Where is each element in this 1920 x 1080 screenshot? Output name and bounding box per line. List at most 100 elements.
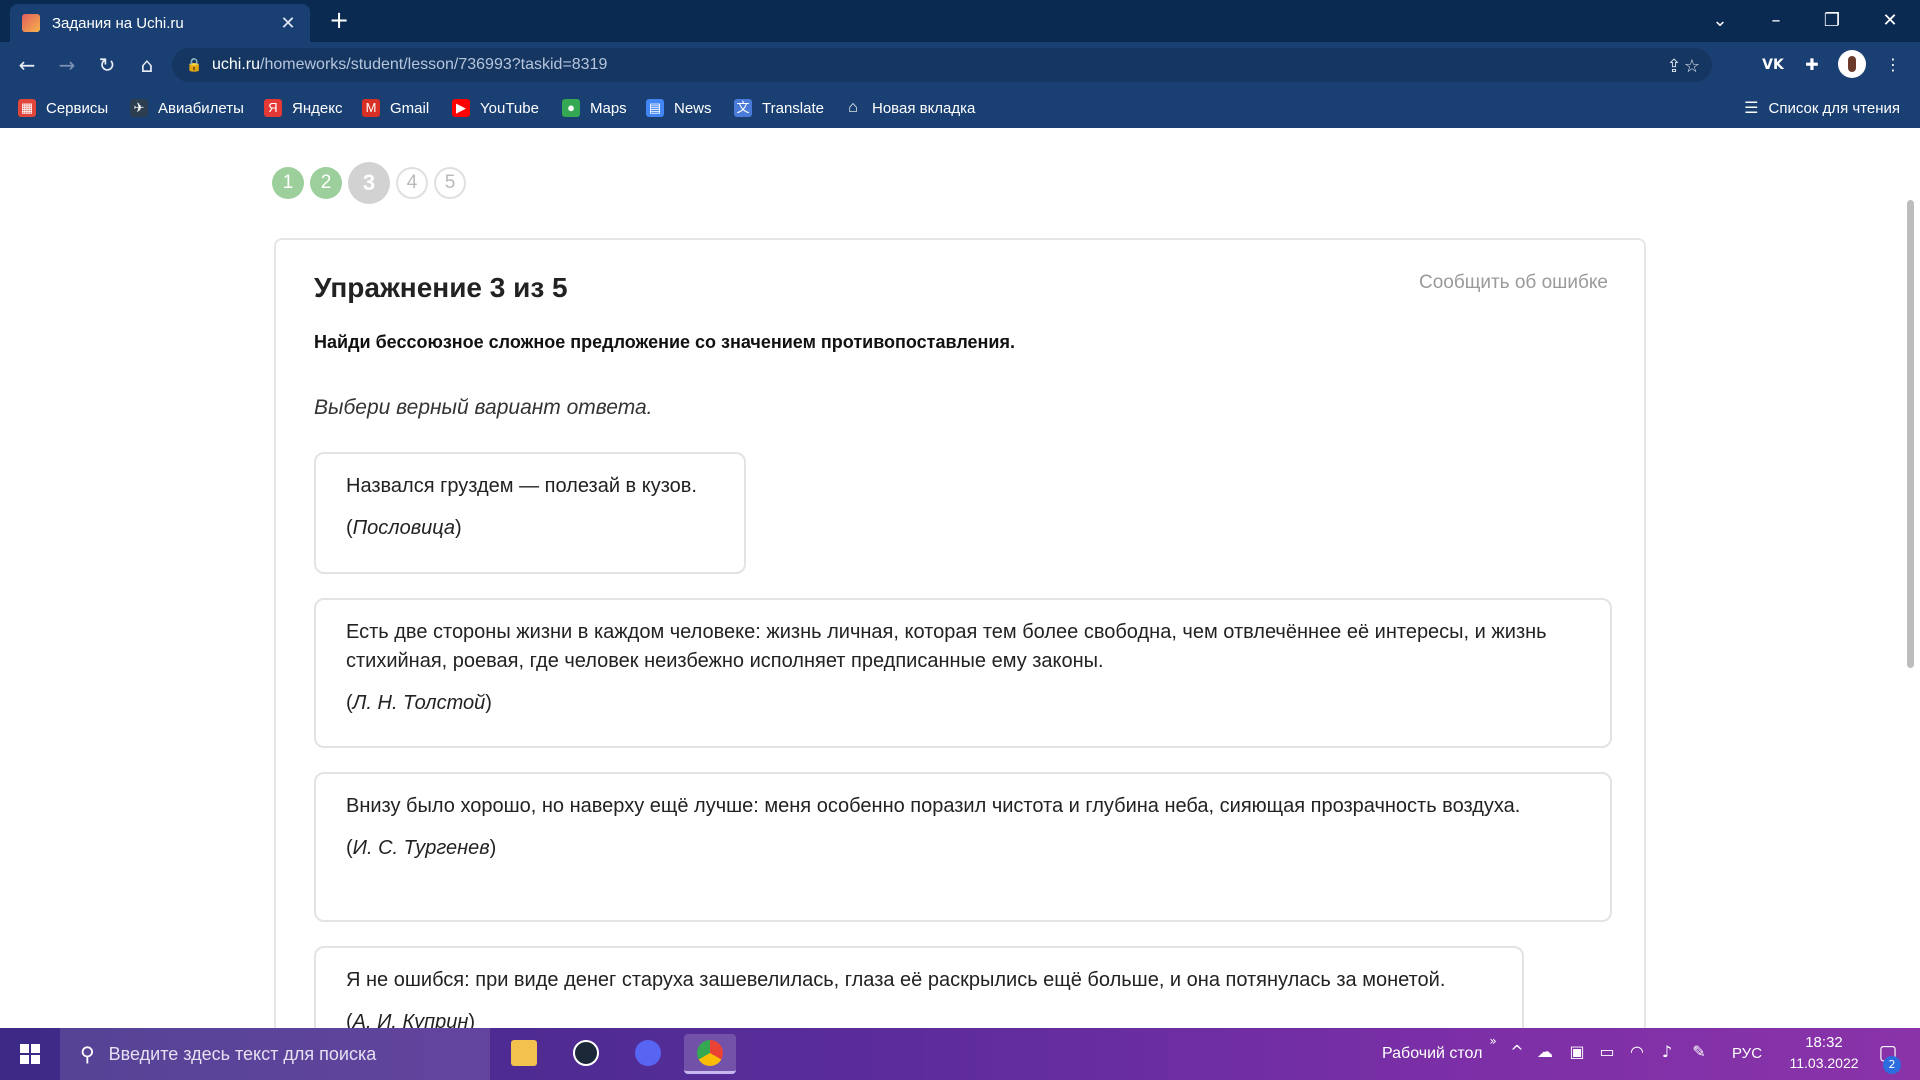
bookmark-label: News — [674, 99, 712, 117]
reading-list-icon: ☰ — [1744, 100, 1759, 117]
tray-expand-icon[interactable]: ^ — [1506, 1042, 1528, 1061]
search-placeholder: Введите здесь текст для поиска — [108, 1043, 377, 1064]
plane-icon: ✈ — [130, 99, 148, 117]
option-author: (А. И. Куприн) — [346, 1011, 476, 1028]
browser-toolbar: ← → ↻ ⌂ 🔒 uchi.ru /homeworks/student/les… — [0, 42, 1920, 88]
tab-title: Задания на Uchi.ru — [52, 14, 184, 32]
reading-list-button[interactable]: ☰ Список для чтения — [1744, 88, 1900, 128]
exercise-steps: 1 2 3 4 5 — [272, 162, 472, 204]
chrome-icon — [697, 1040, 723, 1066]
answer-option-3[interactable]: Внизу было хорошо, но наверху ещё лучше:… — [314, 772, 1612, 922]
option-text: Есть две стороны жизни в каждом человеке… — [346, 621, 1547, 672]
bookmark-youtube[interactable]: ▶ YouTube — [452, 88, 539, 128]
profile-avatar[interactable] — [1838, 50, 1866, 78]
battery-icon[interactable]: ▭ — [1596, 1042, 1618, 1061]
bookmark-translate[interactable]: 文 Translate — [734, 88, 824, 128]
yandex-icon: Я — [264, 99, 282, 117]
option-text: Внизу было хорошо, но наверху ещё лучше:… — [346, 795, 1521, 817]
step-4: 4 — [396, 167, 428, 199]
uchi-favicon-icon — [22, 14, 40, 32]
desktop-toolbar-label[interactable]: Рабочий стол — [1382, 1028, 1482, 1080]
forward-arrow-icon[interactable]: → — [52, 50, 82, 80]
vk-extension-icon[interactable]: VK — [1758, 50, 1788, 80]
pen-icon[interactable]: ✎ — [1688, 1042, 1710, 1061]
folder-icon — [511, 1040, 537, 1066]
reload-icon[interactable]: ↻ — [92, 50, 122, 80]
bookmark-yandex[interactable]: Я Яндекс — [264, 88, 342, 128]
file-explorer-app[interactable] — [498, 1034, 550, 1074]
back-arrow-icon[interactable]: ← — [12, 50, 42, 80]
step-3[interactable]: 3 — [348, 162, 390, 204]
close-window-button[interactable]: ✕ — [1870, 6, 1910, 36]
restore-button[interactable]: ❐ — [1812, 6, 1852, 36]
option-author: (Пословица) — [346, 517, 462, 539]
bookmark-maps[interactable]: ● Maps — [562, 88, 627, 128]
camera-icon[interactable]: ▣ — [1566, 1042, 1588, 1061]
browser-tab[interactable]: Задания на Uchi.ru ✕ — [10, 4, 310, 42]
step-1[interactable]: 1 — [272, 167, 304, 199]
bookmark-label: Maps — [590, 99, 627, 117]
page-content: 1 2 3 4 5 Упражнение 3 из 5 Сообщить об … — [0, 128, 1920, 1028]
bookmark-news[interactable]: ▤ News — [646, 88, 712, 128]
double-chevron-icon[interactable]: » — [1482, 1034, 1504, 1048]
exercise-card: Упражнение 3 из 5 Сообщить об ошибке Най… — [274, 238, 1646, 1028]
option-text: Назвался груздем — полезай в кузов. — [346, 475, 697, 497]
chrome-app[interactable] — [684, 1034, 736, 1074]
bookmark-label: Авиабилеты — [158, 99, 244, 117]
bookmark-gmail[interactable]: M Gmail — [362, 88, 429, 128]
hint-text: Выбери верный вариант ответа. — [314, 396, 653, 419]
bookmark-label: Translate — [762, 99, 824, 117]
translate-icon: 文 — [734, 99, 752, 117]
reading-list-label: Список для чтения — [1768, 99, 1900, 117]
bookmarks-bar: ▦ Сервисы ✈ Авиабилеты Я Яндекс M Gmail … — [0, 88, 1920, 128]
step-2[interactable]: 2 — [310, 167, 342, 199]
windows-start-icon[interactable] — [0, 1028, 60, 1080]
apps-grid-icon: ▦ — [18, 99, 36, 117]
taskbar-clock[interactable]: 18:32 11.03.2022 — [1774, 1034, 1874, 1071]
taskbar-search-input[interactable]: ⚲ Введите здесь текст для поиска — [60, 1028, 490, 1080]
news-icon: ▤ — [646, 99, 664, 117]
map-pin-icon: ● — [562, 99, 580, 117]
option-author: (Л. Н. Толстой) — [346, 692, 492, 714]
bookmark-star-icon[interactable]: ☆ — [1680, 56, 1704, 77]
option-text: Я не ошибся: при виде денег старуха заше… — [346, 969, 1446, 991]
extensions-puzzle-icon[interactable]: ✚ — [1797, 50, 1827, 80]
step-5: 5 — [434, 167, 466, 199]
new-tab-button[interactable]: + — [324, 6, 354, 36]
answer-option-4[interactable]: Я не ошибся: при виде денег старуха заше… — [314, 946, 1524, 1028]
url-domain: uchi.ru — [212, 56, 261, 73]
clock-date: 11.03.2022 — [1789, 1055, 1859, 1071]
bookmark-aviatickets[interactable]: ✈ Авиабилеты — [130, 88, 244, 128]
menu-kebab-icon[interactable]: ⋮ — [1878, 50, 1908, 80]
bookmark-label: Новая вкладка — [872, 99, 976, 117]
tab-search-icon[interactable]: ⌄ — [1700, 6, 1740, 36]
minimize-button[interactable]: – — [1756, 6, 1796, 36]
bookmark-new-tab[interactable]: ⌂ Новая вкладка — [844, 88, 975, 128]
volume-icon[interactable]: ♪ — [1656, 1042, 1678, 1061]
bookmark-label: Яндекс — [292, 99, 343, 117]
steam-app[interactable] — [560, 1034, 612, 1074]
bookmark-label: YouTube — [480, 99, 539, 117]
report-error-link[interactable]: Сообщить об ошибке — [1419, 272, 1608, 294]
house-icon: ⌂ — [848, 99, 858, 116]
youtube-icon: ▶ — [452, 99, 470, 117]
clock-time: 18:32 — [1805, 1034, 1843, 1051]
cloud-icon[interactable]: ☁ — [1534, 1042, 1556, 1061]
discord-app[interactable] — [622, 1034, 674, 1074]
windows-taskbar: ⚲ Введите здесь текст для поиска Рабочий… — [0, 1028, 1920, 1080]
tab-close-icon[interactable]: ✕ — [278, 13, 298, 34]
language-indicator[interactable]: РУС — [1732, 1028, 1762, 1080]
task-text: Найди бессоюзное сложное предложение со … — [314, 332, 1015, 352]
answer-option-1[interactable]: Назвался груздем — полезай в кузов. (Пос… — [314, 452, 746, 574]
steam-icon — [573, 1040, 599, 1066]
answer-option-2[interactable]: Есть две стороны жизни в каждом человеке… — [314, 598, 1612, 748]
bookmark-label: Gmail — [390, 99, 430, 117]
discord-icon — [635, 1040, 661, 1066]
home-icon[interactable]: ⌂ — [132, 50, 162, 80]
option-author: (И. С. Тургенев) — [346, 837, 497, 859]
page-scrollbar[interactable] — [1907, 200, 1914, 668]
lock-icon: 🔒 — [186, 58, 203, 73]
wifi-icon[interactable]: ◠ — [1626, 1042, 1648, 1061]
bookmark-services[interactable]: ▦ Сервисы — [18, 88, 108, 128]
address-bar[interactable]: 🔒 uchi.ru /homeworks/student/lesson/7369… — [172, 48, 1712, 82]
